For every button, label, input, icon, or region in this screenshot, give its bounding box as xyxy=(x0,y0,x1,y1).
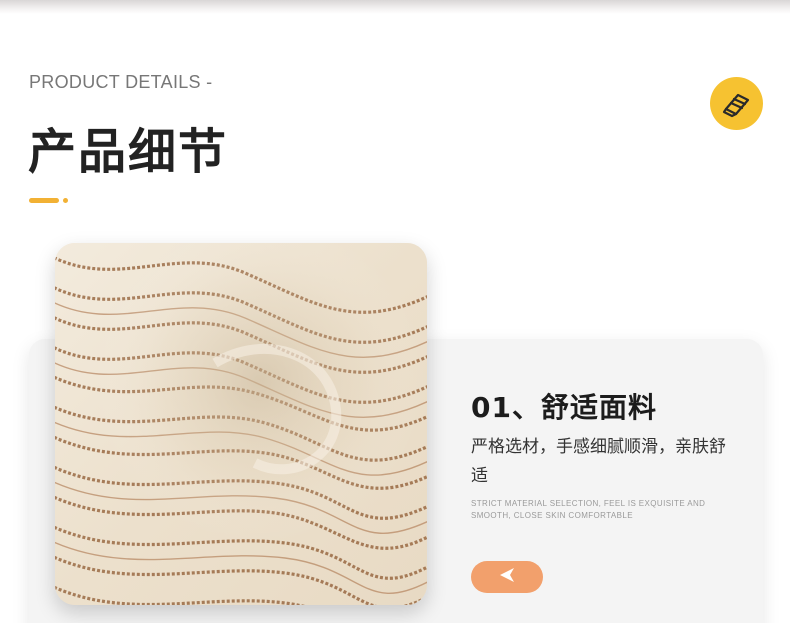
accent-underline xyxy=(29,198,59,203)
accent-dot xyxy=(63,198,68,203)
section-eyebrow: PRODUCT DETAILS - xyxy=(29,72,213,92)
prev-button[interactable] xyxy=(471,561,543,593)
feature-description: 严格选材，手感细腻顺滑，亲肤舒适 xyxy=(471,437,726,486)
fabric-icon xyxy=(710,77,763,130)
page-title: 产品细节 xyxy=(28,124,229,180)
top-shadow xyxy=(0,0,790,14)
fabric-photo xyxy=(55,243,427,605)
feature-title: 01、舒适面料 xyxy=(471,391,657,424)
feature-description-en: Strict material selection, feel is exqui… xyxy=(471,499,706,520)
arrow-left-icon xyxy=(498,567,516,587)
